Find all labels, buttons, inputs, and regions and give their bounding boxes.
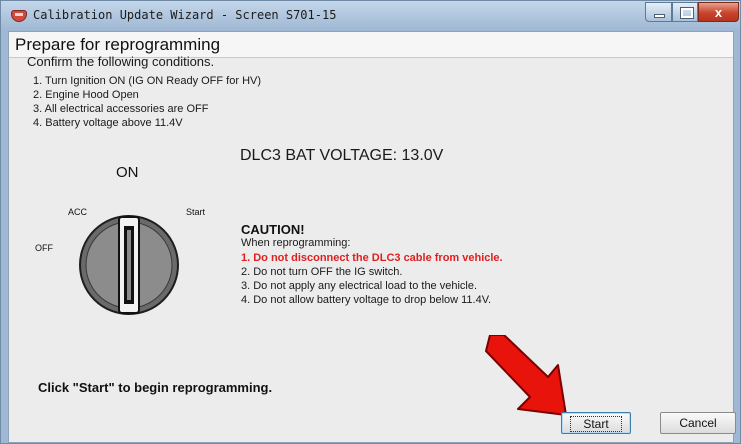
ignition-switch-illustration: ON ACC OFF Start: [35, 164, 206, 315]
close-button[interactable]: x: [698, 2, 739, 22]
condition-item: 3. All electrical accessories are OFF: [33, 103, 209, 115]
conditions-heading: Confirm the following conditions.: [27, 54, 215, 69]
ignition-on-label: ON: [116, 164, 139, 181]
caution-item: 3. Do not apply any electrical load to t…: [241, 280, 478, 292]
conditions-list: 1. Turn Ignition ON (IG ON Ready OFF for…: [33, 74, 261, 130]
caution-item-critical: 1. Do not disconnect the DLC3 cable from…: [241, 252, 503, 264]
start-button-label: Start: [570, 416, 622, 432]
ignition-start-label: Start: [186, 207, 206, 217]
minimize-icon: [654, 14, 665, 18]
condition-item: 4. Battery voltage above 11.4V: [33, 117, 183, 129]
start-button[interactable]: Start: [561, 412, 631, 434]
page-title: Prepare for reprogramming: [15, 35, 221, 54]
condition-item: 2. Engine Hood Open: [33, 89, 139, 101]
red-arrow-annotation: [485, 335, 567, 416]
battery-voltage-readout: DLC3 BAT VOLTAGE: 13.0V: [240, 147, 444, 164]
title-bar[interactable]: Calibration Update Wizard - Screen S701-…: [1, 1, 740, 31]
caution-item: 2. Do not turn OFF the IG switch.: [241, 266, 403, 278]
caution-item: 4. Do not allow battery voltage to drop …: [241, 294, 492, 306]
ignition-acc-label: ACC: [68, 207, 88, 217]
caution-list: 1. Do not disconnect the DLC3 cable from…: [241, 251, 503, 307]
minimize-button[interactable]: [645, 2, 672, 22]
app-icon: [11, 10, 27, 22]
window-title: Calibration Update Wizard - Screen S701-…: [33, 8, 337, 22]
caution-title: CAUTION!: [241, 222, 305, 237]
start-instruction: Click "Start" to begin reprogramming.: [38, 380, 273, 395]
cancel-button[interactable]: Cancel: [660, 412, 736, 434]
caution-subtitle: When reprogramming:: [241, 237, 351, 249]
condition-item: 1. Turn Ignition ON (IG ON Ready OFF for…: [33, 75, 262, 87]
maximize-icon: [680, 7, 694, 19]
close-icon: x: [714, 5, 723, 20]
maximize-button[interactable]: [672, 2, 698, 22]
ignition-off-label: OFF: [35, 243, 53, 253]
